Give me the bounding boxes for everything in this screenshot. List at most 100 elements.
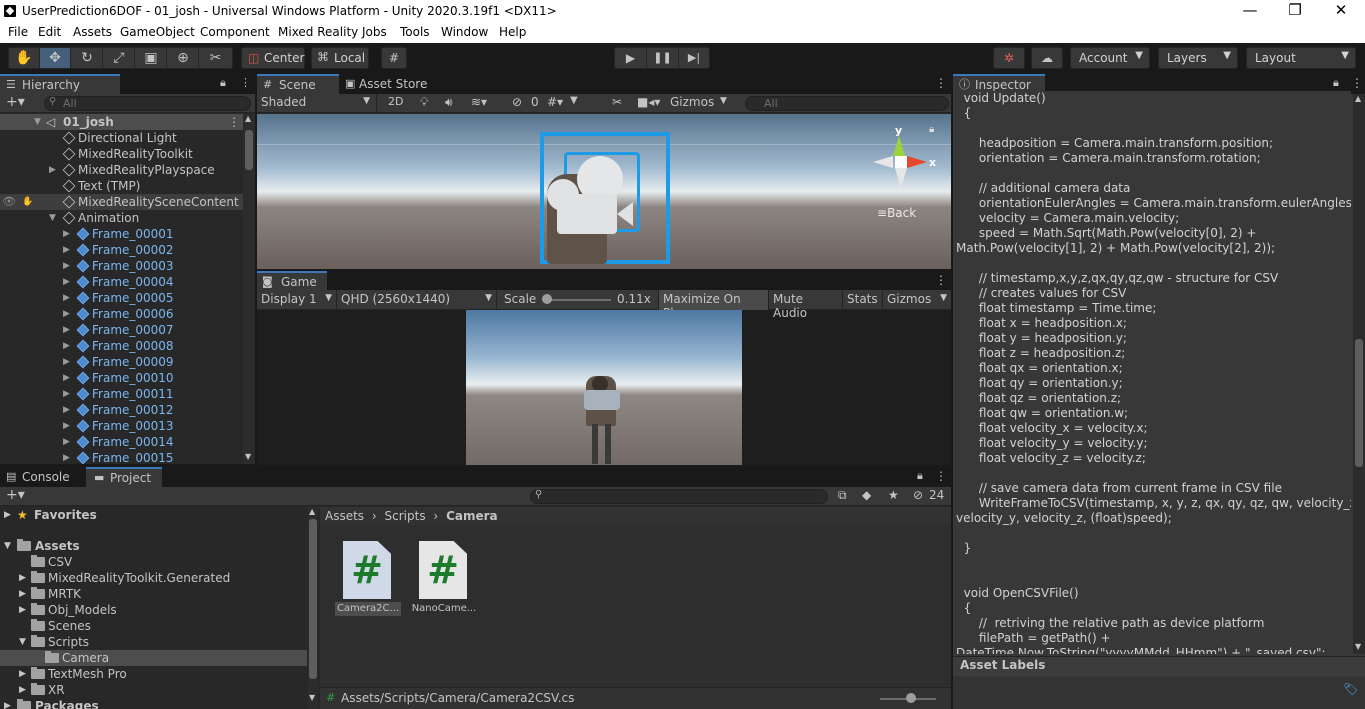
game-gizmos-dropdown[interactable]: Gizmos ▼ [882, 290, 951, 310]
scene-options-icon[interactable]: ⋮ [228, 114, 240, 130]
resolution-dropdown[interactable]: QHD (2560x1440) ▼ [337, 290, 497, 310]
fold-open-icon[interactable]: ▼ [49, 210, 56, 226]
tag-icon[interactable]: 🏷︎ [1343, 682, 1358, 696]
fold-closed-icon[interactable]: ▶ [4, 507, 11, 523]
axis-center-cube[interactable] [895, 156, 907, 168]
scrollbar-thumb[interactable] [245, 130, 253, 170]
menu-tools[interactable]: Tools [400, 25, 430, 39]
asset-labels-header[interactable]: Asset Labels [953, 656, 1365, 676]
folder-row[interactable]: ▶ Packages [0, 698, 310, 709]
scroll-up-icon[interactable]: ▲ [245, 114, 251, 123]
menu-mixed-reality[interactable]: Mixed Reality [278, 25, 358, 39]
tab-project[interactable]: ▬ Project [86, 467, 162, 487]
lighting-icon[interactable]: 💡︎ [420, 95, 428, 110]
tab-game[interactable]: ◙ Game [257, 271, 327, 291]
fold-closed-icon[interactable]: ▶ [63, 258, 70, 274]
frame-row[interactable]: ▶ Frame_00012 [0, 402, 243, 418]
layout-dropdown[interactable]: Layout ▼ [1246, 47, 1356, 69]
pause-icon[interactable]: ❚❚ [647, 48, 679, 68]
fold-closed-icon[interactable]: ▶ [63, 242, 70, 258]
more-options-icon[interactable]: ⋮ [1351, 76, 1363, 90]
tab-hierarchy[interactable]: ☰ Hierarchy [0, 74, 120, 94]
tab-console[interactable]: ▤ Console [0, 467, 84, 487]
pick-icon[interactable]: ✋ [22, 194, 33, 210]
rotate-tool-icon[interactable]: ↻ [72, 48, 103, 68]
frame-row[interactable]: ▶ Frame_00002 [0, 242, 243, 258]
scene-row[interactable]: ▼ ◁ 01_josh ⋮ [0, 114, 243, 130]
tree-item[interactable]: Directional Light [0, 130, 243, 146]
cloud-icon[interactable]: ☁ [1031, 47, 1063, 69]
frame-row[interactable]: ▶ Frame_00006 [0, 306, 243, 322]
breadcrumb-assets[interactable]: Assets [325, 509, 364, 523]
project-search-input[interactable] [530, 489, 828, 504]
back-view-label[interactable]: ≡Back [877, 206, 916, 220]
tree-item[interactable]: MixedRealityToolkit [0, 146, 243, 162]
frame-row[interactable]: ▶ Frame_00015 [0, 450, 243, 464]
axis-neg-y-arrow[interactable] [895, 168, 907, 188]
more-options-icon[interactable]: ⋮ [935, 273, 947, 287]
lock-icon[interactable]: 🔒︎ [220, 76, 226, 90]
fold-closed-icon[interactable]: ▶ [19, 666, 26, 682]
fold-closed-icon[interactable]: ▶ [63, 322, 70, 338]
frame-row[interactable]: ▶ Frame_00003 [0, 258, 243, 274]
stats-toggle[interactable]: Stats [842, 290, 882, 310]
menu-edit[interactable]: Edit [38, 25, 61, 39]
folder-tree-scrollbar[interactable]: ▲ ▼ [308, 507, 318, 709]
tab-scene[interactable]: # Scene [257, 74, 339, 94]
pivot-center-toggle[interactable]: ◫ Center [241, 47, 305, 69]
step-icon[interactable]: ▶| [679, 48, 709, 68]
folder-row[interactable]: ▶ Obj_Models [0, 602, 310, 618]
folder-row-selected[interactable]: Camera [0, 650, 307, 666]
custom-tool-icon[interactable]: ✂ [200, 48, 231, 68]
fold-closed-icon[interactable]: ▶ [4, 698, 11, 709]
menu-gameobject[interactable]: GameObject [120, 25, 195, 39]
frame-row[interactable]: ▶ Frame_00013 [0, 418, 243, 434]
pivot-local-toggle[interactable]: ⌘ Local [311, 47, 369, 69]
menu-jobs[interactable]: Jobs [362, 25, 387, 39]
breadcrumb-camera[interactable]: Camera [446, 509, 498, 523]
hidden-packages-icon[interactable]: ⊘ [913, 488, 923, 502]
axis-neg-x-arrow[interactable] [873, 156, 893, 168]
fold-closed-icon[interactable]: ▶ [49, 162, 56, 178]
fold-closed-icon[interactable]: ▶ [63, 354, 70, 370]
fold-closed-icon[interactable]: ▶ [63, 402, 70, 418]
maximize-on-play-toggle[interactable]: Maximize On Play [658, 290, 768, 320]
grid-toggle-icon[interactable]: #▾ [547, 95, 563, 109]
tree-item[interactable]: 👁︎ ✋ MixedRealitySceneContent [0, 194, 243, 210]
hierarchy-search-input[interactable]: All [44, 96, 251, 111]
chevron-down-icon[interactable]: ▼ [570, 95, 578, 106]
collab-icon[interactable]: ✲ [993, 47, 1025, 69]
frame-row[interactable]: ▶ Frame_00007 [0, 322, 243, 338]
icon-size-slider-thumb[interactable] [906, 693, 916, 703]
frame-row[interactable]: ▶ Frame_00014 [0, 434, 243, 450]
fold-closed-icon[interactable]: ▶ [19, 586, 26, 602]
tree-item[interactable]: Text (TMP) [0, 178, 243, 194]
scale-slider-thumb[interactable] [542, 294, 552, 304]
scroll-down-icon[interactable]: ▼ [309, 693, 315, 702]
frame-row[interactable]: ▶ Frame_00004 [0, 274, 243, 290]
folder-row[interactable]: ▶ TextMesh Pro [0, 666, 310, 682]
frame-row[interactable]: ▶ Frame_00001 [0, 226, 243, 242]
shading-mode-dropdown[interactable]: Shaded ▼ [257, 94, 377, 113]
frame-row[interactable]: ▶ Frame_00009 [0, 354, 243, 370]
tab-asset-store[interactable]: ▣ Asset Store [341, 74, 441, 94]
more-options-icon[interactable]: ⋮ [240, 76, 251, 89]
scene-search-input[interactable]: All [745, 96, 949, 111]
scene-gizmos-dropdown[interactable]: Gizmos [670, 95, 714, 109]
effects-icon[interactable]: ≋▾ [471, 95, 487, 109]
chevron-down-icon[interactable]: ▼ [720, 96, 727, 106]
more-options-icon[interactable]: ⋮ [935, 469, 947, 483]
scale-slider-track[interactable] [545, 299, 611, 301]
orientation-gizmo[interactable]: y x 🔒︎ [869, 122, 939, 192]
hand-tool-icon[interactable]: ✋ [9, 48, 40, 68]
fold-closed-icon[interactable]: ▶ [63, 226, 70, 242]
scene-viewport[interactable]: y x 🔒︎ ≡Back [257, 114, 951, 269]
fold-closed-icon[interactable]: ▶ [63, 306, 70, 322]
game-viewport[interactable] [466, 310, 742, 465]
audio-icon[interactable]: 🔊︎ [445, 95, 453, 110]
tools-icon[interactable]: ✂ [612, 95, 622, 109]
restore-button[interactable]: ❐ [1275, 1, 1315, 19]
inspector-scrollbar[interactable]: ▲ ▼ [1353, 94, 1365, 654]
close-button[interactable]: ✕ [1321, 1, 1361, 19]
lock-icon[interactable]: 🔒︎ [917, 469, 923, 483]
